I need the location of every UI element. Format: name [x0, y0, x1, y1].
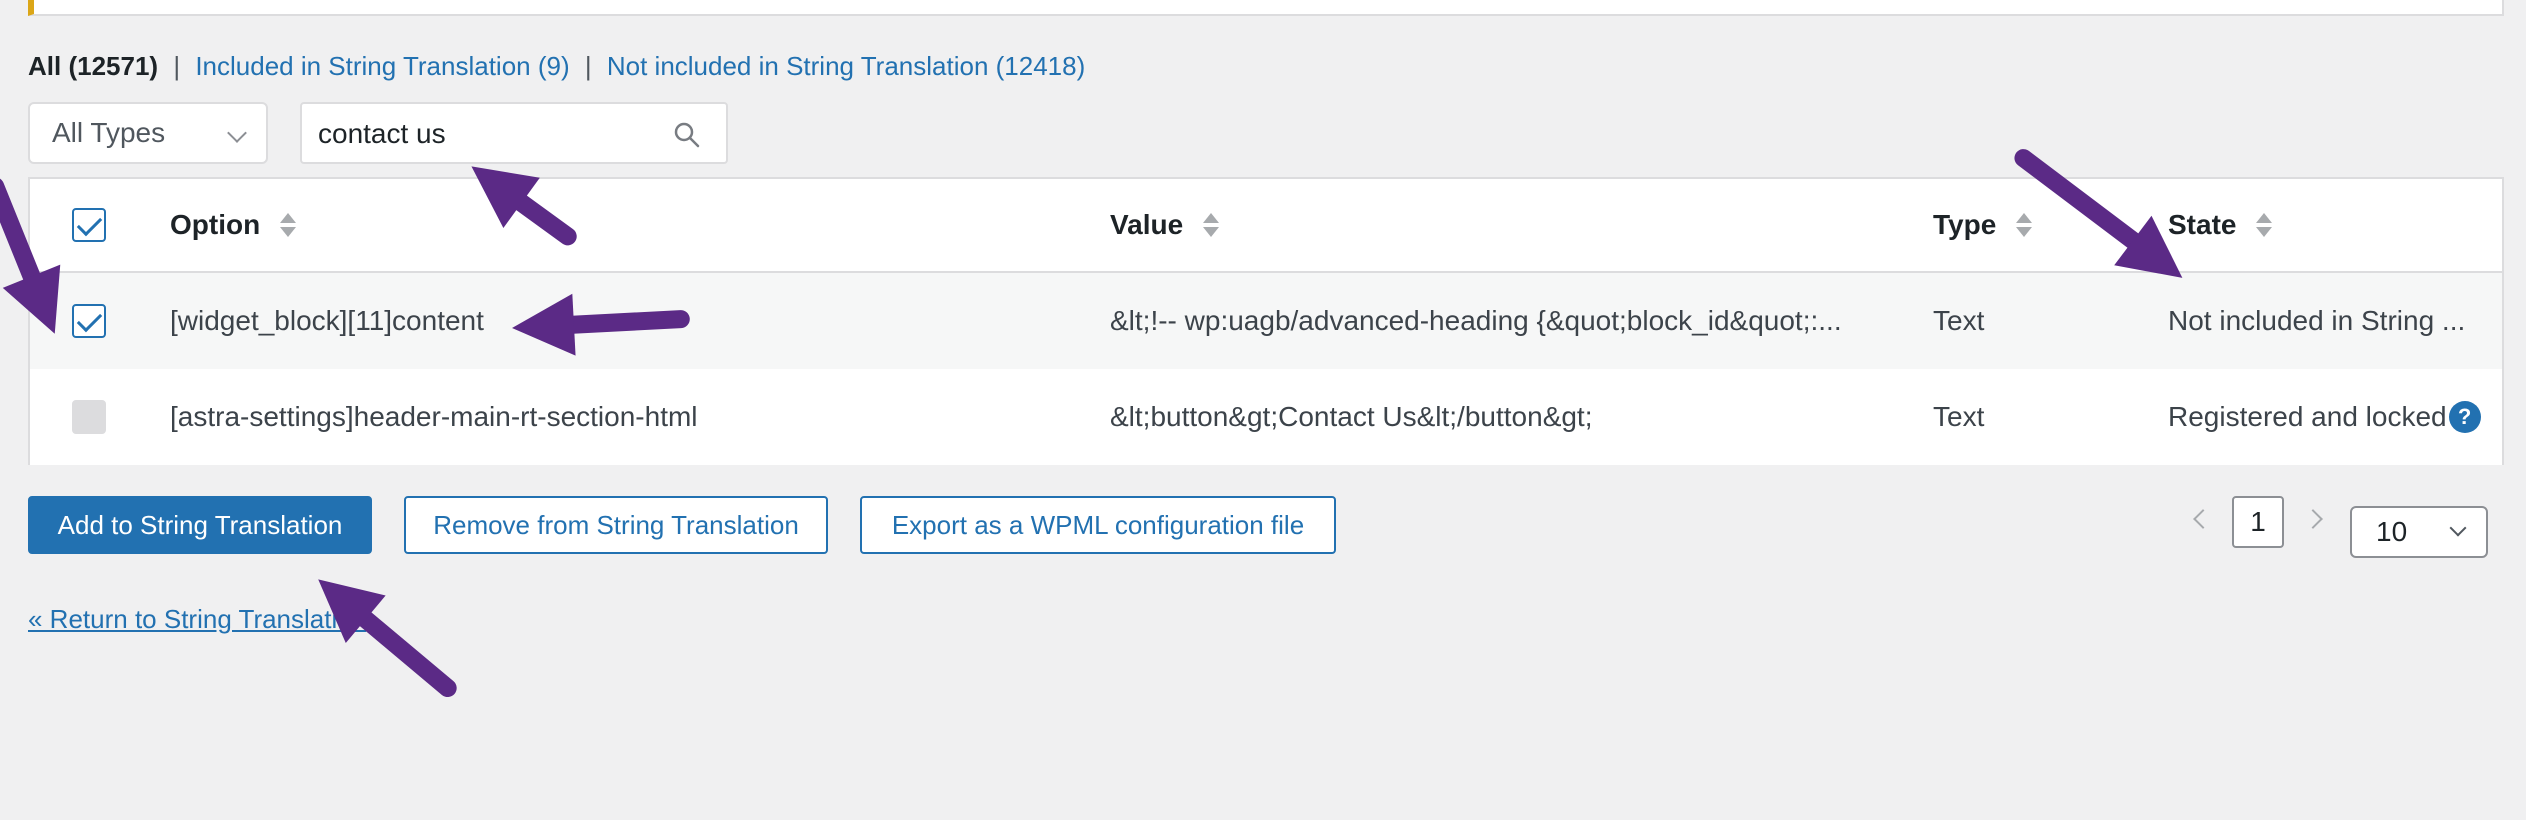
previous-page-icon[interactable]: [2193, 509, 2213, 529]
option-name: [widget_block][11]content: [170, 305, 484, 336]
sort-icon[interactable]: [1203, 211, 1220, 239]
chevron-down-icon: [227, 123, 247, 143]
column-header-option[interactable]: Option: [170, 179, 1090, 271]
annotation-arrow-icon: [298, 555, 461, 701]
filter-separator: |: [584, 51, 592, 81]
page-number[interactable]: 1: [2232, 496, 2284, 548]
help-icon[interactable]: ?: [2448, 401, 2481, 433]
per-page-select[interactable]: 10: [2350, 506, 2488, 558]
option-type: Text: [1933, 305, 1985, 336]
filter-links: All (12571) | Included in String Transla…: [28, 51, 1085, 82]
top-notice: [28, 0, 2504, 16]
column-header-label: Type: [1933, 209, 1997, 240]
option-value: &lt;!-- wp:uagb/advanced-heading {&quot;…: [1110, 305, 1842, 336]
filter-separator: |: [173, 51, 181, 81]
add-to-string-translation-button[interactable]: Add to String Translation: [28, 496, 372, 554]
table-row: [astra-settings]header-main-rt-section-h…: [30, 369, 2502, 465]
row-checkbox-disabled: [72, 400, 106, 434]
filter-included[interactable]: Included in String Translation (9): [195, 51, 569, 81]
chevron-down-icon: [2449, 519, 2467, 537]
table-row: [widget_block][11]content &lt;!-- wp:uag…: [30, 273, 2502, 369]
search-box[interactable]: [300, 102, 728, 164]
options-table: Option Value Type State [widget_block][1…: [28, 177, 2504, 465]
column-header-label: Value: [1110, 209, 1184, 240]
option-type: Text: [1933, 401, 1985, 432]
column-header-state[interactable]: State: [2168, 179, 2494, 271]
sort-icon[interactable]: [2016, 211, 2033, 239]
sort-icon[interactable]: [280, 211, 297, 239]
sort-icon[interactable]: [2256, 211, 2273, 239]
column-header-value[interactable]: Value: [1110, 179, 1920, 271]
select-all-checkbox[interactable]: [72, 208, 106, 242]
option-state: Not included in String ...: [2168, 305, 2466, 336]
filter-all[interactable]: All (12571): [28, 51, 158, 81]
export-wpml-config-button[interactable]: Export as a WPML configuration file: [860, 496, 1336, 554]
next-page-icon[interactable]: [2303, 509, 2323, 529]
type-select[interactable]: All Types: [28, 102, 268, 164]
option-name: [astra-settings]header-main-rt-section-h…: [170, 401, 698, 432]
remove-from-string-translation-button[interactable]: Remove from String Translation: [404, 496, 828, 554]
type-select-value: All Types: [52, 117, 166, 148]
per-page-value: 10: [2376, 516, 2408, 547]
filter-not-included[interactable]: Not included in String Translation (1241…: [607, 51, 1085, 81]
option-state: Registered and locked: [2168, 401, 2447, 432]
search-icon[interactable]: [674, 122, 700, 148]
column-header-label: Option: [170, 209, 261, 240]
option-value: &lt;button&gt;Contact Us&lt;/button&gt;: [1110, 401, 1593, 432]
